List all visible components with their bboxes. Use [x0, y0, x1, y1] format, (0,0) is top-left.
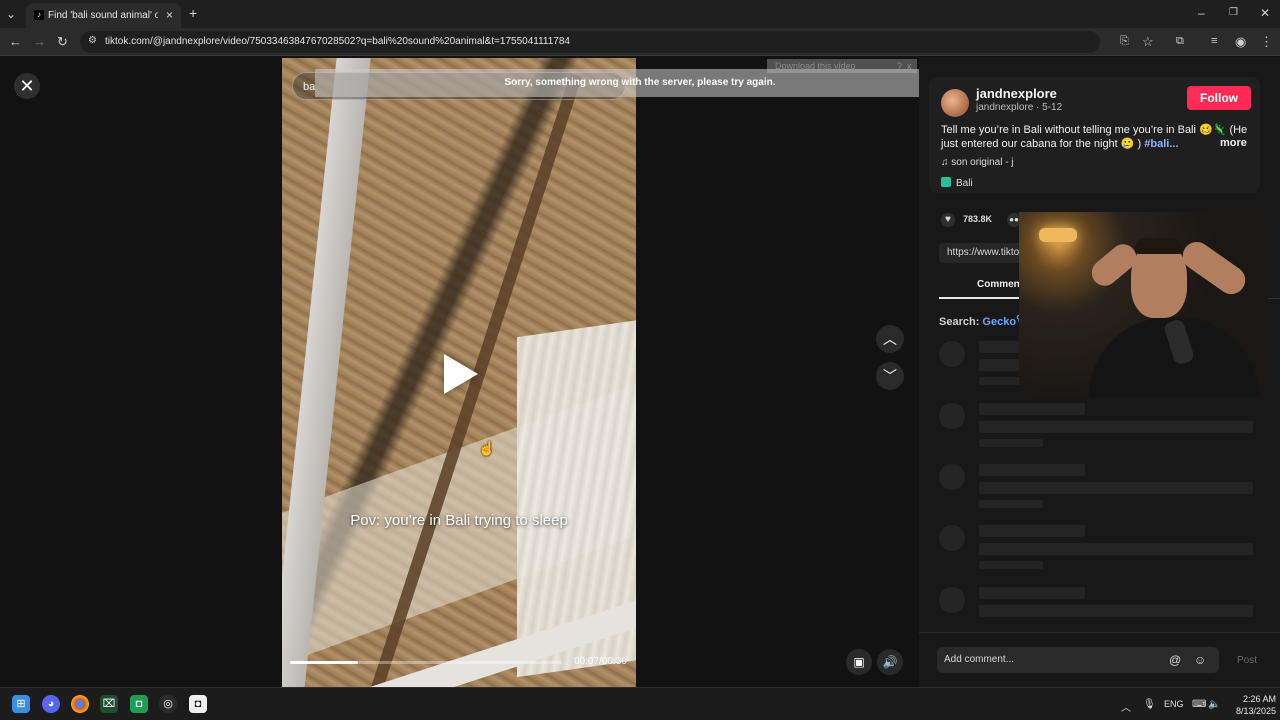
mention-icon[interactable]: @	[1169, 653, 1181, 667]
related-search-prefix: Search:	[939, 316, 980, 328]
tab-title: Find 'bali sound animal' on TikTok	[48, 10, 158, 21]
browser-tab-bar: ⌄ ♪ Find 'bali sound animal' on TikTok ×…	[0, 0, 1280, 28]
address-bar: ← → ↻ ⚙ tiktok.com/@jandnexplore/video/7…	[0, 28, 1280, 56]
previous-video-button[interactable]: ︿	[876, 325, 904, 353]
system-clock[interactable]: 2:26 AM 8/13/2025	[1224, 693, 1276, 717]
tiktok-icon: ♪	[34, 10, 44, 20]
download-close-icon[interactable]: x	[907, 59, 912, 73]
author-info-card: jandnexplore jandnexplore · 5-12 Follow …	[929, 77, 1260, 193]
webcam-overlay	[1019, 212, 1268, 397]
heart-icon[interactable]: ♥	[941, 213, 955, 227]
webcam-lamp	[1039, 228, 1077, 242]
windows-taskbar: ⊞ ◕ ⌧ ◘ ◎ ◘ ︿ 🎙 ENG ⌨ 🔈 2:26 AM 8/13/202…	[0, 687, 1280, 720]
related-search[interactable]: Search: Gecko⚲	[939, 314, 1022, 328]
discord-icon[interactable]: ◕	[42, 695, 60, 713]
tray-chevron-icon[interactable]: ︿	[1121, 699, 1131, 714]
comment-skeleton	[939, 587, 1259, 637]
clock-date: 8/13/2025	[1235, 706, 1276, 716]
new-tab-icon[interactable]: +	[189, 6, 197, 20]
speaker-icon[interactable]: 🔈	[1208, 699, 1220, 710]
music-link[interactable]: ♫ son original - j	[941, 157, 1014, 168]
emoji-icon[interactable]: ☺	[1194, 653, 1206, 667]
comment-bar: Add comment... @ ☺ Post	[919, 632, 1280, 687]
chevron-down-icon: ﹀	[883, 368, 897, 384]
comment-skeleton	[939, 403, 1259, 453]
profile-icon[interactable]: ◉	[1235, 35, 1246, 48]
next-video-button[interactable]: ﹀	[876, 362, 904, 390]
language-indicator[interactable]: ENG	[1164, 699, 1184, 709]
browser-tab[interactable]: ♪ Find 'bali sound animal' on TikTok ×	[26, 3, 181, 28]
tab-comments[interactable]: Comment	[977, 279, 1023, 290]
description-text: Tell me you’re in Bali without telling m…	[941, 124, 1248, 150]
video-timecode: 00:07/00:30	[574, 656, 627, 667]
restore-icon[interactable]: ❐	[1229, 7, 1238, 19]
extensions-icon[interactable]: ⧉	[1176, 35, 1184, 48]
install-app-icon[interactable]: ⎘	[1120, 35, 1129, 48]
app-icon[interactable]: ◘	[189, 695, 207, 713]
avatar[interactable]	[941, 89, 969, 117]
pip-button[interactable]: ▣	[846, 649, 872, 675]
error-toast: Sorry, something wrong with the server, …	[315, 69, 965, 97]
app-icon[interactable]: ◘	[130, 695, 148, 713]
hashtag-link[interactable]: #bali...	[1144, 138, 1178, 150]
comment-skeleton	[939, 464, 1259, 514]
location-pin-icon	[941, 177, 951, 187]
network-icon[interactable]: ⌨	[1192, 699, 1206, 710]
windows-start-icon[interactable]: ⊞	[12, 695, 30, 713]
video-player[interactable]: ba ☝ Pov: you’re in Bali trying to sleep…	[282, 58, 636, 687]
video-description: Tell me you’re in Bali without telling m…	[941, 123, 1251, 151]
microphone-icon[interactable]: 🎙	[1143, 699, 1156, 710]
window-close-icon[interactable]: ✕	[1260, 7, 1270, 19]
follow-button[interactable]: Follow	[1187, 86, 1251, 110]
video-progress-fill	[290, 661, 358, 664]
location-link[interactable]: Bali	[941, 177, 973, 189]
download-help-icon[interactable]: ?	[897, 59, 902, 73]
picture-in-picture-icon: ▣	[853, 655, 865, 669]
tab-list-icon[interactable]: ⌄	[6, 8, 16, 20]
close-video-button[interactable]: ✕	[14, 73, 40, 99]
minimize-icon[interactable]: –	[1198, 7, 1205, 19]
chevron-up-icon: ︿	[883, 331, 897, 347]
more-button[interactable]: more	[1220, 137, 1247, 149]
author-name[interactable]: jandnexplore	[976, 86, 1057, 101]
site-info-icon[interactable]: ⚙	[88, 36, 98, 46]
play-icon[interactable]	[444, 354, 478, 394]
video-progress-bar[interactable]	[290, 661, 562, 664]
download-video-banner[interactable]: Download this video ? x	[767, 59, 917, 73]
volume-button[interactable]: 🔊	[877, 649, 903, 675]
close-tab-icon[interactable]: ×	[166, 8, 173, 22]
excel-icon[interactable]: ⌧	[100, 695, 118, 713]
video-search-text: ba	[303, 81, 316, 93]
obs-icon[interactable]: ◎	[159, 695, 177, 713]
bookmark-star-icon[interactable]: ☆	[1142, 35, 1154, 48]
menu-icon[interactable]: ⋮	[1260, 35, 1273, 48]
url-input[interactable]: ⚙ tiktok.com/@jandnexplore/video/7503346…	[80, 31, 1100, 53]
volume-icon: 🔊	[882, 655, 898, 669]
webcam-person-hair	[1135, 238, 1183, 254]
tiktok-video-page: ✕ ba ☝ Pov: you’re in Bali trying to sle…	[0, 57, 1280, 687]
reload-icon[interactable]: ↻	[57, 35, 68, 48]
url-text: tiktok.com/@jandnexplore/video/750334638…	[105, 36, 570, 47]
like-count: 783.8K	[963, 214, 993, 224]
author-subtitle: jandnexplore · 5-12	[976, 102, 1063, 113]
comment-skeleton	[939, 525, 1259, 575]
webcam-person-arm	[1177, 236, 1251, 300]
chrome-icon[interactable]	[71, 695, 89, 713]
clock-time: 2:26 AM	[1242, 694, 1276, 704]
download-label[interactable]: Download this video	[775, 59, 856, 73]
video-caption: Pov: you’re in Bali trying to sleep	[350, 512, 568, 529]
cursor-icon: ☝	[478, 440, 496, 456]
media-control-icon[interactable]: ≡	[1211, 35, 1217, 48]
post-button[interactable]: Post	[1237, 655, 1257, 666]
forward-icon[interactable]: →	[33, 35, 46, 48]
location-label: Bali	[956, 178, 973, 189]
back-icon[interactable]: ←	[9, 35, 22, 48]
related-search-term[interactable]: Gecko	[982, 316, 1016, 328]
video-frame-beam	[282, 58, 373, 687]
